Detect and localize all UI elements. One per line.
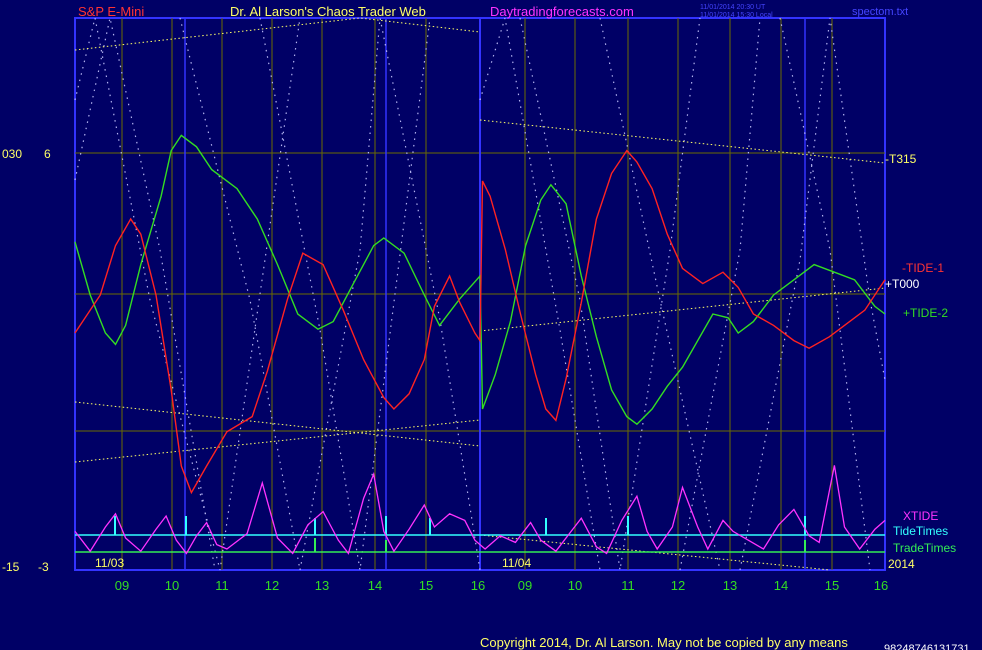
left-axis-top-a: 030 bbox=[2, 147, 22, 161]
hour-tick-label: 10 bbox=[568, 578, 582, 593]
brand-title: Dr. Al Larson's Chaos Trader Web bbox=[230, 4, 426, 19]
hour-tick-label: 13 bbox=[315, 578, 329, 593]
label-t315: -T315 bbox=[885, 152, 917, 166]
timestamp-utc: 11/01/2014 20:30 UT bbox=[700, 4, 766, 11]
hour-tick-label: 15 bbox=[419, 578, 433, 593]
hour-tick-label: 14 bbox=[774, 578, 788, 593]
chart-svg: S&P E-Mini Dr. Al Larson's Chaos Trader … bbox=[2, 4, 970, 650]
symbol-title: S&P E-Mini bbox=[78, 4, 144, 19]
hour-tick-labels: 09 10 11 12 13 14 15 16 09 10 11 12 13 1… bbox=[115, 578, 888, 593]
left-axis-top-b: 6 bbox=[44, 147, 51, 161]
site-link[interactable]: Daytradingforecasts.com bbox=[490, 4, 634, 19]
data-file-name: spectom.txt bbox=[852, 6, 908, 18]
serial-number: 98248746131731 bbox=[884, 643, 970, 650]
hour-tick-label: 10 bbox=[165, 578, 179, 593]
trend-line-t315 bbox=[479, 119, 886, 164]
year-label: 2014 bbox=[888, 557, 915, 571]
left-axis-bottom-b: -3 bbox=[38, 560, 49, 574]
hour-tick-label: 16 bbox=[874, 578, 888, 593]
label-xtide: XTIDE bbox=[903, 509, 938, 523]
day-label-2: 11/04 bbox=[502, 556, 531, 570]
label-tidetimes: TideTimes bbox=[893, 524, 948, 538]
copyright-text: Copyright 2014, Dr. Al Larson. May not b… bbox=[480, 635, 848, 650]
hour-tick-label: 15 bbox=[825, 578, 839, 593]
hour-tick-label: 13 bbox=[723, 578, 737, 593]
hour-tick-label: 16 bbox=[471, 578, 485, 593]
hour-tick-label: 14 bbox=[368, 578, 382, 593]
hour-tick-label: 09 bbox=[115, 578, 129, 593]
hour-tick-label: 11 bbox=[621, 578, 635, 593]
hour-tick-label: 11 bbox=[215, 578, 229, 593]
label-tradetimes: TradeTimes bbox=[893, 541, 956, 555]
trend-line-top-day1 bbox=[74, 17, 481, 51]
label-tide1: -TIDE-1 bbox=[902, 261, 944, 275]
hour-tick-label: 09 bbox=[518, 578, 532, 593]
left-axis-bottom-a: -15 bbox=[2, 560, 20, 574]
timestamp-local: 11/01/2014 15:30 Local bbox=[700, 12, 773, 19]
day-label-1: 11/03 bbox=[95, 556, 124, 570]
hour-tick-label: 12 bbox=[671, 578, 685, 593]
trend-line-lower-falling bbox=[74, 401, 481, 447]
hour-tick-label: 12 bbox=[265, 578, 279, 593]
trend-line-lower-rising bbox=[74, 419, 481, 463]
label-t000: +T000 bbox=[885, 277, 920, 291]
label-tide2: +TIDE-2 bbox=[903, 306, 948, 320]
